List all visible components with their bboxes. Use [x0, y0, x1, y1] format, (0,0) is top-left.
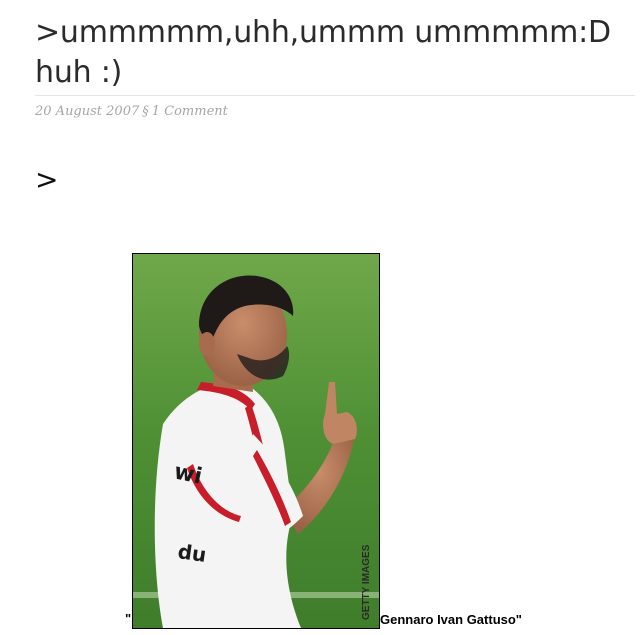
photo-caption: Gennaro Ivan Gattuso": [380, 612, 522, 627]
photo-credit: GETTY IMAGES: [361, 544, 372, 620]
section-mark: §: [142, 104, 149, 119]
player-photo: wi du: [132, 253, 380, 629]
comments-link[interactable]: 1 Comment: [152, 104, 228, 119]
title-divider: [35, 95, 635, 96]
post-title[interactable]: >ummmmm,uhh,ummm ummmmm:D huh :): [35, 13, 625, 93]
post-date-link[interactable]: 20 August 2007: [35, 104, 139, 119]
caption-open-quote: ": [125, 611, 132, 626]
svg-text:du: du: [176, 539, 208, 567]
player-photo-illustration: wi du: [133, 254, 379, 628]
post-body-text: >: [35, 163, 59, 196]
post-meta: 20 August 2007 § 1 Comment: [35, 104, 228, 119]
